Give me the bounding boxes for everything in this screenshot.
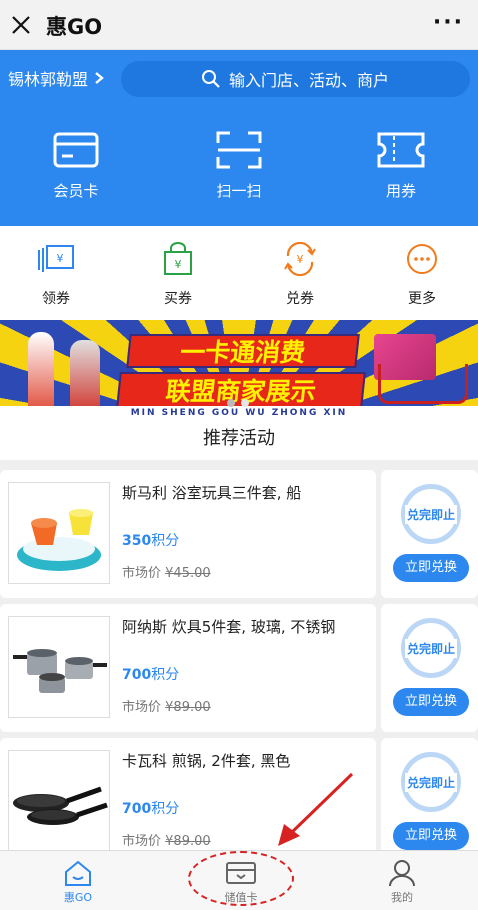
- tab-home-label: 惠GO: [63, 891, 93, 904]
- banner-figure: [28, 332, 54, 412]
- product-card[interactable]: 斯马利 浴室玩具三件套, 船 350积分 市场价 ¥45.00: [0, 470, 376, 598]
- search-icon: [202, 70, 220, 88]
- stored-value-card-icon: [191, 857, 291, 889]
- use-coupon-label: 用券: [385, 182, 416, 200]
- product-card[interactable]: 卡瓦科 煎锅, 2件套, 黑色 700积分 市场价 ¥89.00: [0, 738, 376, 866]
- close-icon[interactable]: [8, 12, 34, 38]
- product-image: [8, 616, 110, 718]
- search-bar[interactable]: 输入门店、活动、商户: [121, 61, 470, 97]
- header-area: 锡林郭勒盟 输入门店、活动、商户 会员卡 扫一扫 用券: [0, 50, 478, 226]
- city-selector[interactable]: 锡林郭勒盟: [8, 66, 104, 90]
- banner-figure: [70, 340, 100, 414]
- exchange-coupon-icon: ¥: [250, 240, 350, 278]
- redeem-panel: 兑完即止 立即兑换: [381, 604, 478, 732]
- tab-stored-value-card[interactable]: 储值卡: [191, 857, 291, 905]
- get-coupon-icon: ¥: [6, 240, 106, 278]
- scan-icon: [179, 130, 299, 170]
- buy-coupon-icon: ¥: [128, 240, 228, 278]
- redeem-button[interactable]: 立即兑换: [393, 554, 469, 582]
- member-card-icon: [16, 130, 136, 170]
- product-row[interactable]: 卡瓦科 煎锅, 2件套, 黑色 700积分 市场价 ¥89.00 兑完即止 立即…: [0, 738, 478, 866]
- banner-text-panel: 一卡通消费 联盟商家展示: [116, 330, 366, 408]
- product-row[interactable]: 阿纳斯 炊具5件套, 玻璃, 不锈钢 700积分 市场价 ¥89.00 兑完即止…: [0, 604, 478, 732]
- redeem-panel: 兑完即止 立即兑换: [381, 738, 478, 866]
- member-card-button[interactable]: 会员卡: [16, 130, 136, 201]
- product-points: 700积分: [122, 801, 180, 817]
- more-button[interactable]: 更多: [372, 240, 472, 308]
- buy-coupon-label: 买券: [164, 291, 192, 307]
- product-row[interactable]: 斯马利 浴室玩具三件套, 船 350积分 市场价 ¥45.00 兑完即止 立即兑…: [0, 470, 478, 598]
- product-name: 卡瓦科 煎锅, 2件套, 黑色: [122, 752, 291, 770]
- page-title: 惠GO: [46, 15, 103, 39]
- product-name: 斯马利 浴室玩具三件套, 船: [122, 484, 302, 502]
- home-icon: [28, 857, 128, 889]
- product-name: 阿纳斯 炊具5件套, 玻璃, 不锈钢: [122, 618, 336, 636]
- product-card[interactable]: 阿纳斯 炊具5件套, 玻璃, 不锈钢 700积分 市场价 ¥89.00: [0, 604, 376, 732]
- banner-footer-text: MIN SHENG GOU WU ZHONG XIN: [0, 406, 478, 420]
- exchange-coupon-button[interactable]: ¥ 兑券: [250, 240, 350, 308]
- get-coupon-button[interactable]: ¥ 领券: [6, 240, 106, 308]
- more-menu-icon[interactable]: ···: [433, 10, 464, 35]
- more-icon: [372, 240, 472, 278]
- limited-stamp: 兑完即止: [401, 484, 461, 544]
- carousel-dot[interactable]: [241, 399, 249, 407]
- carousel-dot[interactable]: [227, 399, 235, 407]
- limited-stamp: 兑完即止: [401, 752, 461, 812]
- tab-stored-value-card-label: 储值卡: [224, 891, 258, 904]
- ticket-icon: [341, 130, 461, 170]
- redeem-button[interactable]: 立即兑换: [393, 688, 469, 716]
- market-price: 市场价 ¥89.00: [122, 700, 211, 715]
- use-coupon-button[interactable]: 用券: [341, 130, 461, 201]
- product-points: 700积分: [122, 667, 180, 683]
- member-card-label: 会员卡: [53, 182, 99, 200]
- get-coupon-label: 领券: [42, 291, 70, 307]
- profile-icon: [352, 857, 452, 889]
- title-bar: 惠GO ···: [0, 0, 478, 50]
- redeem-panel: 兑完即止 立即兑换: [381, 470, 478, 598]
- quick-actions: ¥ 领券 ¥ 买券 ¥ 兑券 更多: [0, 226, 478, 320]
- svg-text:¥: ¥: [297, 253, 304, 266]
- product-image: [8, 482, 110, 584]
- tab-home[interactable]: 惠GO: [28, 857, 128, 905]
- city-name: 锡林郭勒盟: [8, 70, 89, 89]
- svg-text:¥: ¥: [175, 258, 182, 271]
- exchange-coupon-label: 兑券: [286, 291, 314, 307]
- scan-button[interactable]: 扫一扫: [179, 130, 299, 201]
- search-placeholder: 输入门店、活动、商户: [229, 71, 390, 90]
- product-points: 350积分: [122, 533, 180, 549]
- buy-coupon-button[interactable]: ¥ 买券: [128, 240, 228, 308]
- chevron-right-icon: [95, 72, 104, 84]
- promo-banner[interactable]: 一卡通消费 联盟商家展示 MIN SHENG GOU WU ZHONG XIN: [0, 320, 478, 420]
- tab-profile[interactable]: 我的: [352, 857, 452, 905]
- shopping-cart-icon: [378, 364, 468, 404]
- banner-headline: 一卡通消费: [126, 334, 360, 368]
- market-price: 市场价 ¥89.00: [122, 834, 211, 849]
- tab-profile-label: 我的: [391, 891, 413, 904]
- product-image: [8, 750, 110, 852]
- limited-stamp: 兑完即止: [401, 618, 461, 678]
- scan-label: 扫一扫: [216, 182, 262, 200]
- more-label: 更多: [408, 291, 436, 307]
- section-title: 推荐活动: [0, 420, 478, 460]
- svg-text:¥: ¥: [57, 252, 64, 265]
- carousel-dots[interactable]: [227, 399, 249, 407]
- bottom-tab-bar: 惠GO 储值卡 我的: [0, 850, 478, 910]
- market-price: 市场价 ¥45.00: [122, 566, 211, 581]
- redeem-button[interactable]: 立即兑换: [393, 822, 469, 850]
